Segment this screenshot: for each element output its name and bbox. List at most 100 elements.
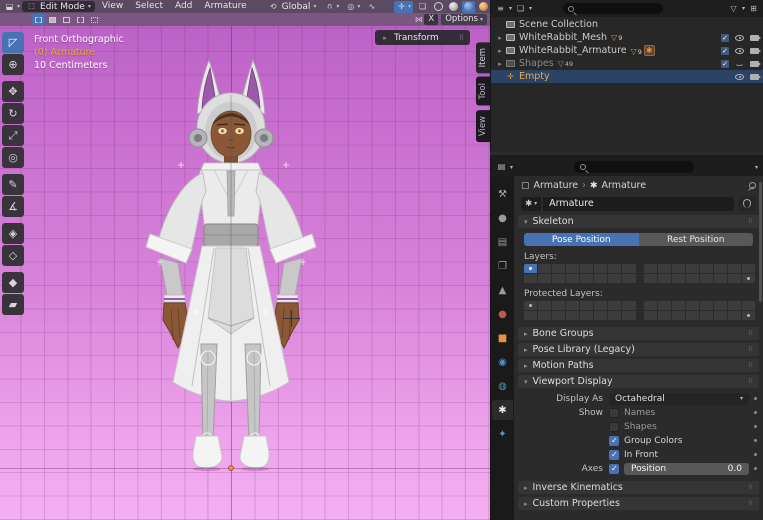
properties-tab-tool-icon[interactable]: ⚒ — [492, 184, 513, 204]
layer-cell[interactable] — [608, 311, 621, 320]
layer-cell[interactable] — [700, 264, 713, 273]
editor-type-icon[interactable]: ⬓ — [4, 1, 15, 12]
layer-cell[interactable] — [742, 274, 755, 283]
shading-solid-icon[interactable] — [447, 1, 460, 13]
layer-cell[interactable] — [728, 264, 741, 273]
shading-rendered-icon[interactable] — [477, 1, 490, 13]
layer-cell[interactable] — [608, 301, 621, 310]
outliner-row-mesh[interactable]: ▸ WhiteRabbit_Mesh ▽9 ✓ — [491, 31, 763, 44]
panel-skeleton[interactable]: ▾ Skeleton ⠿ — [518, 215, 759, 228]
layer-cell[interactable] — [566, 274, 579, 283]
layer-cell[interactable] — [728, 311, 741, 320]
animate-decorator[interactable] — [754, 439, 757, 442]
shading-wireframe-icon[interactable] — [432, 1, 445, 13]
layer-cell[interactable] — [714, 301, 727, 310]
layer-cell[interactable] — [566, 311, 579, 320]
layer-cell[interactable] — [594, 311, 607, 320]
layer-cell[interactable] — [622, 311, 635, 320]
expander-icon[interactable]: ▸ — [495, 60, 505, 68]
properties-scrollbar[interactable] — [759, 182, 762, 302]
axes-checkbox[interactable] — [609, 464, 619, 474]
properties-tab-output-icon[interactable]: ▤ — [492, 232, 513, 252]
tool-cursor-icon[interactable]: ⊕ — [2, 54, 24, 75]
layer-cell[interactable] — [622, 264, 635, 273]
transform-panel-collapsed[interactable]: ▸ Transform ⠿ — [375, 30, 470, 45]
layer-cell[interactable] — [686, 264, 699, 273]
tool-bone-envelope-icon[interactable]: ◆ — [2, 272, 24, 293]
properties-tab-render-icon[interactable]: ● — [492, 208, 513, 228]
proportional-editing-icon[interactable]: ◎▾ — [343, 1, 362, 13]
in-front-checkbox[interactable] — [609, 450, 619, 460]
select-mode-new-icon[interactable] — [32, 14, 45, 25]
properties-tab-world-icon[interactable]: ● — [492, 304, 513, 324]
layer-cell[interactable] — [538, 274, 551, 283]
layer-cell[interactable] — [594, 264, 607, 273]
outliner-row-armature[interactable]: ▸ WhiteRabbit_Armature ▽9✱ ✓ — [491, 44, 763, 57]
layer-cell[interactable] — [580, 301, 593, 310]
layer-cell[interactable] — [538, 264, 551, 273]
outliner-display-mode-icon[interactable]: ❏ — [515, 3, 526, 14]
layer-cell[interactable] — [644, 301, 657, 310]
shapes-checkbox[interactable] — [609, 422, 619, 432]
expander-icon[interactable]: ▸ — [495, 47, 505, 55]
menu-select[interactable]: Select — [130, 0, 168, 13]
tool-annotate-icon[interactable]: ✎ — [2, 174, 24, 195]
layer-cell[interactable] — [672, 311, 685, 320]
selectable-checkbox[interactable]: ✓ — [721, 47, 729, 55]
layer-cell[interactable] — [538, 301, 551, 310]
panel-inverse-kinematics[interactable]: ▸Inverse Kinematics ⠿ — [518, 481, 759, 494]
outliner-editor-type-icon[interactable]: ≡ — [495, 3, 506, 14]
id-type-dropdown[interactable]: ✱▾ — [521, 197, 541, 211]
layer-cell[interactable] — [658, 274, 671, 283]
tool-shear-icon[interactable]: ▰ — [2, 294, 24, 315]
datablock-name-field[interactable]: Armature — [543, 197, 734, 211]
render-camera-icon[interactable] — [750, 48, 759, 54]
layer-cell[interactable] — [566, 264, 579, 273]
properties-tab-bone-icon[interactable]: ✦ — [492, 424, 513, 444]
display-as-dropdown[interactable]: Octahedral ▾ — [609, 393, 749, 405]
select-mode-extend-icon[interactable] — [46, 14, 59, 25]
layer-cell[interactable] — [700, 311, 713, 320]
gizmo-toggle-icon[interactable]: ✛▾ — [394, 1, 413, 13]
properties-editor-type-icon[interactable]: ▤ — [496, 162, 507, 173]
select-mode-invert-icon[interactable] — [74, 14, 87, 25]
layer-cell[interactable] — [644, 311, 657, 320]
overlays-toggle-icon[interactable]: ❏ — [415, 1, 430, 13]
panel-bone-groups[interactable]: ▸Bone Groups ⠿ — [518, 327, 759, 340]
outliner-row-scene-collection[interactable]: Scene Collection — [491, 18, 763, 31]
layer-cell[interactable] — [672, 274, 685, 283]
hidden-eye-icon[interactable] — [735, 61, 744, 66]
shading-material-icon[interactable] — [462, 1, 475, 13]
layer-cell[interactable] — [594, 274, 607, 283]
layer-cell[interactable] — [524, 274, 537, 283]
tool-move-icon[interactable]: ✥ — [2, 81, 24, 102]
properties-tab-physics-icon[interactable]: ◉ — [492, 352, 513, 372]
menu-armature[interactable]: Armature — [199, 0, 251, 13]
layer-cell[interactable] — [552, 264, 565, 273]
outliner-row-shapes[interactable]: ▸ Shapes ▽49 ✓ — [491, 57, 763, 70]
layer-cell[interactable] — [686, 311, 699, 320]
panel-pose-library[interactable]: ▸Pose Library (Legacy) ⠿ — [518, 343, 759, 356]
layer-cell[interactable] — [622, 274, 635, 283]
animate-decorator[interactable] — [754, 411, 757, 414]
fake-user-shield-icon[interactable] — [738, 197, 756, 211]
pin-icon[interactable] — [747, 181, 756, 190]
hide-eye-icon[interactable] — [735, 35, 744, 41]
layer-cell[interactable] — [608, 274, 621, 283]
tool-extrude-icon[interactable]: ◈ — [2, 223, 24, 244]
animate-decorator[interactable] — [754, 453, 757, 456]
layer-cell[interactable] — [728, 274, 741, 283]
filter-icon[interactable]: ▽ — [728, 3, 739, 14]
panel-custom-properties[interactable]: ▸Custom Properties ⠿ — [518, 497, 759, 510]
layer-cell[interactable] — [594, 301, 607, 310]
outliner-row-empty[interactable]: ✛ Empty — [491, 70, 763, 83]
tool-rotate-icon[interactable]: ↻ — [2, 103, 24, 124]
layer-cell[interactable] — [672, 301, 685, 310]
layer-cell[interactable] — [608, 264, 621, 273]
panel-viewport-display[interactable]: ▾Viewport Display ⠿ — [518, 375, 759, 388]
properties-tab-object-icon[interactable]: ■ — [492, 328, 513, 348]
layer-cell[interactable] — [742, 311, 755, 320]
select-mode-subtract-icon[interactable] — [60, 14, 73, 25]
snap-magnet-icon[interactable]: ∪▾ — [322, 1, 341, 13]
menu-view[interactable]: View — [97, 0, 128, 13]
